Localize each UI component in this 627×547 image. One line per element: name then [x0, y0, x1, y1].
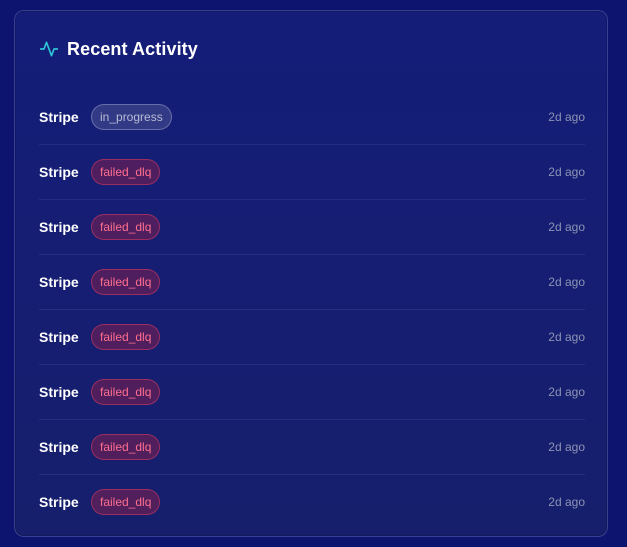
activity-row[interactable]: Stripe in_progress 2d ago: [39, 90, 585, 145]
status-badge: failed_dlq: [91, 324, 161, 350]
activity-row[interactable]: Stripe failed_dlq 2d ago: [39, 255, 585, 310]
activity-time: 2d ago: [548, 330, 585, 344]
activity-source: Stripe: [39, 164, 79, 180]
status-badge: failed_dlq: [91, 269, 161, 295]
status-badge: failed_dlq: [91, 489, 161, 515]
activity-row[interactable]: Stripe failed_dlq 2d ago: [39, 420, 585, 475]
status-badge: failed_dlq: [91, 379, 161, 405]
activity-row[interactable]: Stripe failed_dlq 2d ago: [39, 475, 585, 530]
activity-source: Stripe: [39, 219, 79, 235]
activity-pulse-icon: [39, 39, 59, 59]
status-badge: failed_dlq: [91, 434, 161, 460]
activity-source: Stripe: [39, 274, 79, 290]
activity-source: Stripe: [39, 439, 79, 455]
status-badge: in_progress: [91, 104, 172, 130]
card-header: Recent Activity: [39, 37, 198, 61]
activity-row[interactable]: Stripe failed_dlq 2d ago: [39, 200, 585, 255]
status-badge: failed_dlq: [91, 159, 161, 185]
activity-time: 2d ago: [548, 275, 585, 289]
recent-activity-card: Recent Activity Stripe in_progress 2d ag…: [14, 10, 608, 537]
activity-source: Stripe: [39, 329, 79, 345]
activity-time: 2d ago: [548, 440, 585, 454]
card-title: Recent Activity: [67, 38, 198, 59]
activity-time: 2d ago: [548, 110, 585, 124]
activity-list: Stripe in_progress 2d ago Stripe failed_…: [39, 90, 585, 530]
activity-time: 2d ago: [548, 165, 585, 179]
activity-row[interactable]: Stripe failed_dlq 2d ago: [39, 145, 585, 200]
activity-source: Stripe: [39, 494, 79, 510]
activity-time: 2d ago: [548, 385, 585, 399]
activity-source: Stripe: [39, 384, 79, 400]
activity-time: 2d ago: [548, 220, 585, 234]
status-badge: failed_dlq: [91, 214, 161, 240]
activity-source: Stripe: [39, 109, 79, 125]
activity-row[interactable]: Stripe failed_dlq 2d ago: [39, 310, 585, 365]
activity-row[interactable]: Stripe failed_dlq 2d ago: [39, 365, 585, 420]
activity-time: 2d ago: [548, 495, 585, 509]
